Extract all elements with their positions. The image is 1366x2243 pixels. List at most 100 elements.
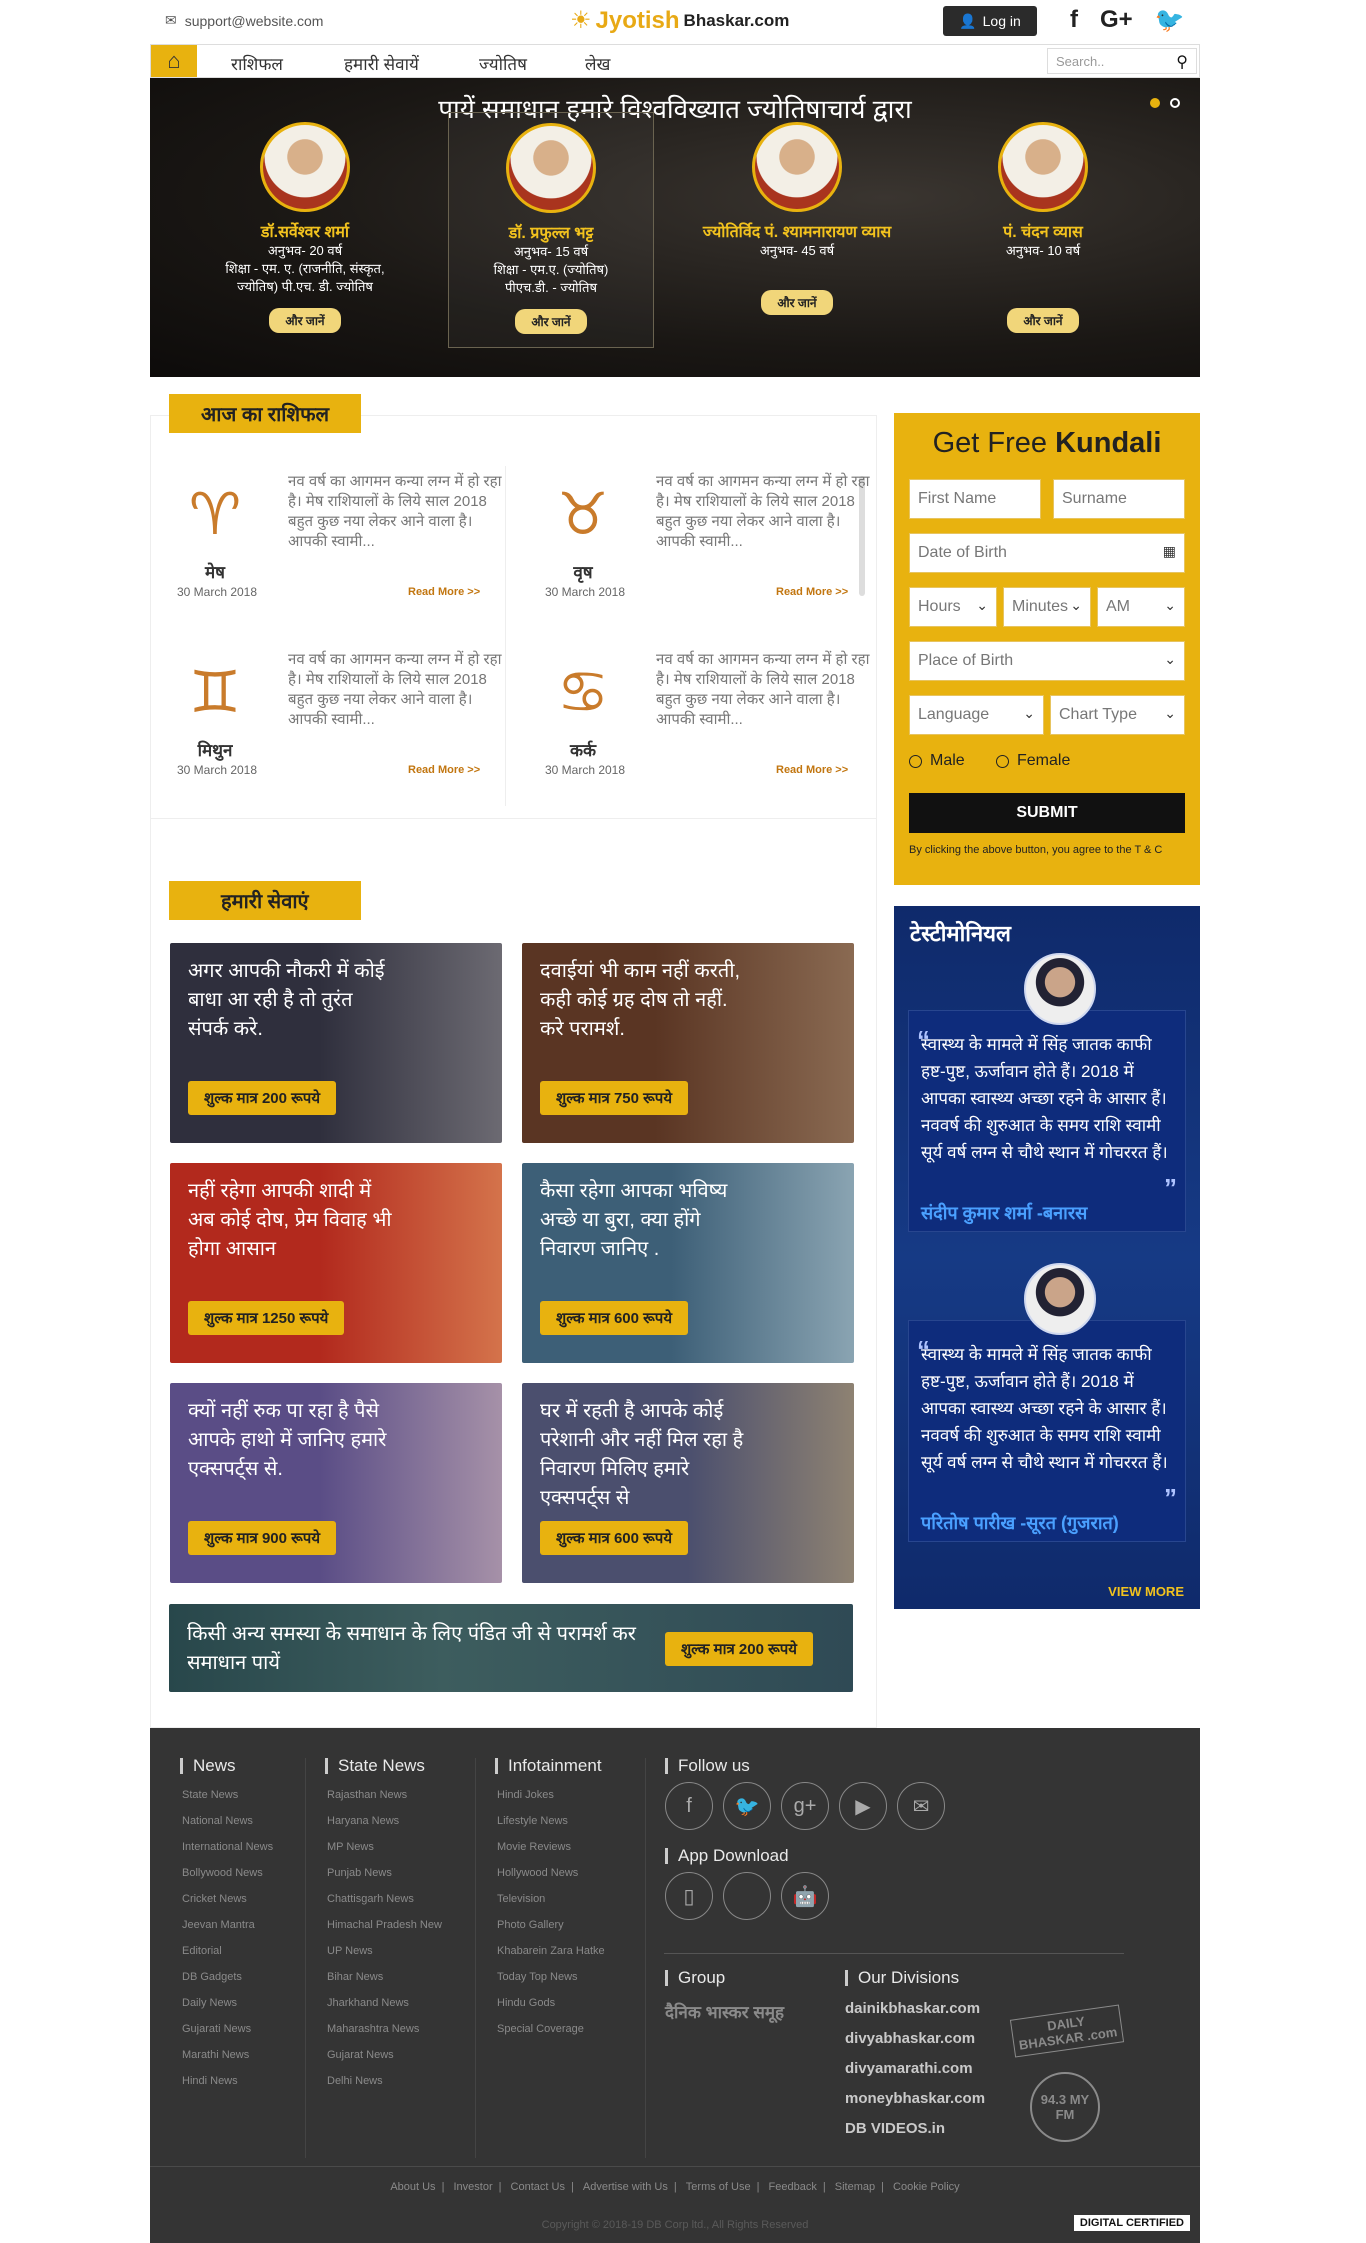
feedback-link[interactable]: Feedback (769, 2181, 817, 2193)
language-select[interactable]: Language ⌄ (909, 695, 1044, 735)
footer-link[interactable]: Daily News (180, 1990, 273, 2016)
footer-link[interactable]: Jeevan Mantra (180, 1912, 273, 1938)
division-link[interactable]: moneybhaskar.com (845, 2084, 985, 2114)
footer-link[interactable]: Today Top News (495, 1964, 605, 1990)
rashi-card-kark[interactable]: ♋ कर्क 30 March 2018 नव वर्ष का आगमन कन्… (531, 642, 871, 792)
nav-item-jyotish[interactable]: ज्योतिष (479, 52, 527, 75)
site-logo[interactable]: ☀ Jyotish Bhaskar.com (570, 6, 789, 35)
google-plus-icon[interactable]: g+ (781, 1782, 829, 1830)
email-icon[interactable]: ✉ (897, 1782, 945, 1830)
dob-field[interactable]: Date of Birth ▦ (909, 533, 1185, 573)
my-fm-badge[interactable]: 94.3 MY FM (1030, 2072, 1100, 2142)
view-more-link[interactable]: VIEW MORE (1108, 1584, 1184, 1599)
footer-link[interactable]: Khabarein Zara Hatke (495, 1938, 605, 1964)
footer-link[interactable]: International News (180, 1834, 273, 1860)
footer-link[interactable]: Special Coverage (495, 2016, 605, 2042)
service-card-marriage[interactable]: नहीं रहेगा आपकी शादी में अब कोई दोष, प्र… (170, 1163, 502, 1363)
division-link[interactable]: divyabhaskar.com (845, 2024, 985, 2054)
banner-price-button[interactable]: शुल्क मात्र 200 रूपये (664, 1632, 813, 1666)
daily-bhaskar-badge[interactable]: DAILY BHASKAR .com (1009, 2004, 1125, 2058)
ampm-select[interactable]: AM ⌄ (1097, 587, 1185, 627)
service-card-health[interactable]: दवाईयां भी काम नहीं करती, कही कोई ग्रह द… (522, 943, 854, 1143)
expert-more-button[interactable]: और जानें (515, 309, 587, 334)
footer-link[interactable]: Hindi Jokes (495, 1782, 605, 1808)
minutes-select[interactable]: Minutes ⌄ (1003, 587, 1091, 627)
footer-link[interactable]: Haryana News (325, 1808, 442, 1834)
terms-link[interactable]: Terms of Use (686, 2181, 751, 2193)
facebook-icon[interactable]: f (665, 1782, 713, 1830)
rashi-card-vrish[interactable]: ♉ वृष 30 March 2018 नव वर्ष का आगमन कन्य… (531, 464, 871, 614)
home-icon[interactable]: ⌂ (151, 45, 197, 77)
google-plus-icon[interactable]: G+ (1100, 6, 1133, 35)
chart-type-select[interactable]: Chart Type ⌄ (1050, 695, 1185, 735)
facebook-icon[interactable]: f (1070, 6, 1078, 35)
footer-link[interactable]: Gujarat News (325, 2042, 442, 2068)
footer-link[interactable]: Editorial (180, 1938, 273, 1964)
read-more-link[interactable]: Read More >> (776, 764, 848, 776)
android-icon[interactable]: 🤖 (781, 1872, 829, 1920)
consult-banner[interactable]: किसी अन्य समस्या के समाधान के लिए पंडित … (169, 1604, 853, 1692)
support-email[interactable]: ✉ support@website.com (165, 12, 323, 29)
contact-link[interactable]: Contact Us (511, 2181, 565, 2193)
place-of-birth-select[interactable]: Place of Birth ⌄ (909, 641, 1185, 681)
expert-more-button[interactable]: और जानें (761, 290, 833, 315)
service-price-button[interactable]: शुल्क मात्र 200 रूपये (188, 1081, 337, 1115)
nav-item-articles[interactable]: लेख (585, 52, 610, 75)
mobile-icon[interactable]: ▯ (665, 1872, 713, 1920)
footer-link[interactable]: Photo Gallery (495, 1912, 605, 1938)
footer-link[interactable]: MP News (325, 1834, 442, 1860)
footer-link[interactable]: Maharashtra News (325, 2016, 442, 2042)
apple-icon[interactable] (723, 1872, 771, 1920)
footer-link[interactable]: DB Gadgets (180, 1964, 273, 1990)
calendar-icon[interactable]: ▦ (1163, 543, 1176, 560)
radio-circle[interactable] (909, 754, 922, 768)
read-more-link[interactable]: Read More >> (408, 764, 480, 776)
expert-more-button[interactable]: और जानें (269, 308, 341, 333)
footer-link[interactable]: Himachal Pradesh New (325, 1912, 442, 1938)
twitter-icon[interactable]: 🐦 (1155, 6, 1185, 35)
footer-link[interactable]: Cricket News (180, 1886, 273, 1912)
submit-button[interactable]: SUBMIT (909, 793, 1185, 833)
radio-circle[interactable] (996, 754, 1009, 768)
read-more-link[interactable]: Read More >> (776, 586, 848, 598)
hours-select[interactable]: Hours ⌄ (909, 587, 997, 627)
twitter-icon[interactable]: 🐦 (723, 1782, 771, 1830)
nav-item-rashifal[interactable]: राशिफल (231, 52, 283, 75)
nav-item-services[interactable]: हमारी सेवायें (344, 52, 419, 75)
footer-link[interactable]: Gujarati News (180, 2016, 273, 2042)
about-link[interactable]: About Us (390, 2181, 435, 2193)
service-price-button[interactable]: शुल्क मात्र 1250 रूपये (188, 1301, 345, 1335)
advertise-link[interactable]: Advertise with Us (583, 2181, 668, 2193)
service-price-button[interactable]: शुल्क मात्र 600 रूपये (540, 1301, 689, 1335)
footer-link[interactable]: Television (495, 1886, 605, 1912)
footer-link[interactable]: National News (180, 1808, 273, 1834)
footer-link[interactable]: Bollywood News (180, 1860, 273, 1886)
sitemap-link[interactable]: Sitemap (835, 2181, 875, 2193)
read-more-link[interactable]: Read More >> (408, 586, 480, 598)
footer-link[interactable]: Jharkhand News (325, 1990, 442, 2016)
rashi-card-mithun[interactable]: ♊ मिथुन 30 March 2018 नव वर्ष का आगमन कन… (163, 642, 503, 792)
service-price-button[interactable]: शुल्क मात्र 600 रूपये (540, 1521, 689, 1555)
footer-link[interactable]: Marathi News (180, 2042, 273, 2068)
service-card-home[interactable]: घर में रहती है आपके कोई परेशानी और नहीं … (522, 1383, 854, 1583)
service-price-button[interactable]: शुल्क मात्र 750 रूपये (540, 1081, 689, 1115)
search-input[interactable]: Search.. ⚲ (1047, 48, 1197, 74)
division-link[interactable]: dainikbhaskar.com (845, 1994, 985, 2024)
male-radio[interactable]: Male (909, 752, 965, 770)
investor-link[interactable]: Investor (453, 2181, 492, 2193)
footer-link[interactable]: Lifestyle News (495, 1808, 605, 1834)
rashi-card-mesh[interactable]: ♈ मेष 30 March 2018 नव वर्ष का आगमन कन्य… (163, 464, 503, 614)
service-card-future[interactable]: कैसा रहेगा आपका भविष्य अच्छे या बुरा, क्… (522, 1163, 854, 1363)
expert-more-button[interactable]: और जानें (1007, 308, 1079, 333)
search-icon[interactable]: ⚲ (1176, 52, 1188, 72)
footer-link[interactable]: Bihar News (325, 1964, 442, 1990)
digital-certified-badge[interactable]: DIGITAL CERTIFIED (1073, 2215, 1190, 2231)
footer-link[interactable]: State News (180, 1782, 273, 1808)
footer-link[interactable]: Delhi News (325, 2068, 442, 2094)
slider-dot-1[interactable] (1150, 98, 1160, 108)
service-card-job[interactable]: अगर आपकी नौकरी में कोई बाधा आ रही है तो … (170, 943, 502, 1143)
cookie-policy-link[interactable]: Cookie Policy (893, 2181, 960, 2193)
footer-link[interactable]: Movie Reviews (495, 1834, 605, 1860)
female-radio[interactable]: Female (996, 752, 1070, 770)
footer-link[interactable]: UP News (325, 1938, 442, 1964)
